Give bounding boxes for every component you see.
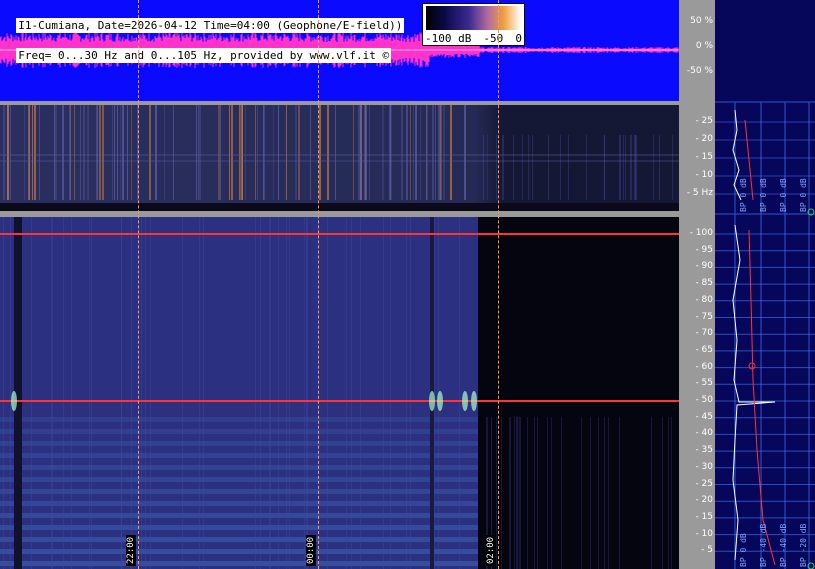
bottom-scale-tick: - 20: [695, 495, 713, 506]
bottom-scale-tick: - 90: [695, 261, 713, 272]
bottom-scale-tick: - 35: [695, 445, 713, 456]
time-label-2200: 22:00: [126, 534, 136, 566]
station-header: I1-Cumiana, Date=2026-04-12 Time=04:00 (…: [3, 3, 405, 63]
bottom-scale-tick: - 80: [695, 294, 713, 305]
bottom-scale-tick: - 5: [701, 545, 713, 556]
bottom-scale-tick: - 30: [695, 461, 713, 472]
bottom-scale-tick: - 65: [695, 344, 713, 355]
frequency-scale: 50 % 0 % -50 % - 25 - 20 - 15 - 10 - 5 Hz - …: [679, 0, 715, 569]
bottom-scale-tick: - 55: [695, 378, 713, 389]
time-marker-line: [138, 0, 139, 569]
header-line-2: Freq= 0...30 Hz and 0...105 Hz, provided…: [16, 48, 392, 63]
spectrogram-low-freq: [0, 105, 679, 211]
profile-label: BP 0 dB: [739, 178, 748, 212]
colorbar-label-mid: -50: [483, 32, 504, 45]
bottom-scale-tick: - 45: [695, 411, 713, 422]
spectrogram-full: [0, 217, 679, 569]
profile-label: BP 0 dB: [779, 178, 788, 212]
bottom-scale-tick: - 95: [695, 244, 713, 255]
time-label-0200: 02:00: [486, 534, 496, 566]
time-marker-line: [318, 0, 319, 569]
colorbar-label-max: 0: [515, 32, 522, 45]
profile-label-bottom: BP -40 dB: [759, 523, 768, 567]
wave-scale-neg50: -50 %: [686, 66, 713, 76]
bottom-scale-tick: - 100: [689, 228, 713, 238]
time-label-0000: 00:00: [306, 534, 316, 566]
wave-scale-0: 0 %: [695, 41, 713, 51]
bottom-scale-tick: - 15: [695, 511, 713, 522]
top-scale-tick: - 20: [695, 134, 713, 144]
colorbar-legend: -100 dB -50 0: [422, 3, 525, 46]
bottom-scale-tick: - 50: [695, 395, 713, 405]
bottom-scale-tick: - 70: [695, 328, 713, 339]
bottom-scale-tick: - 40: [695, 428, 713, 439]
bottom-scale-tick: - 75: [695, 311, 713, 322]
spectrum-profile-panel: BP 0 dBBP 0 dBBP 0 dBBP 0 dBBP 0 dB BP 0…: [715, 0, 815, 569]
top-scale-tick: - 5 Hz: [686, 188, 713, 198]
header-line-1: I1-Cumiana, Date=2026-04-12 Time=04:00 (…: [16, 18, 405, 33]
time-marker-line: [498, 0, 499, 569]
bottom-scale-tick: - 10: [695, 528, 713, 539]
top-scale-tick: - 10: [695, 170, 713, 180]
bottom-scale-tick: - 25: [695, 478, 713, 489]
profile-label: BP 0 dB: [759, 178, 768, 212]
top-scale-tick: - 15: [695, 152, 713, 162]
bottom-scale-tick: - 85: [695, 278, 713, 289]
colorbar-gradient: [426, 6, 521, 30]
profile-label-bottom: BP -20 dB: [799, 523, 808, 567]
profile-label: BP 0 dB: [799, 178, 808, 212]
wave-scale-50: 50 %: [690, 16, 713, 26]
bottom-scale-tick: - 60: [695, 361, 713, 372]
top-scale-tick: - 25: [695, 116, 713, 126]
profile-label-bottom: BP -40 dB: [779, 523, 788, 567]
colorbar-labels: -100 dB -50 0: [425, 32, 522, 45]
profile-label-bottom: BP 0 dB: [739, 533, 748, 567]
colorbar-label-min: -100 dB: [425, 32, 472, 45]
